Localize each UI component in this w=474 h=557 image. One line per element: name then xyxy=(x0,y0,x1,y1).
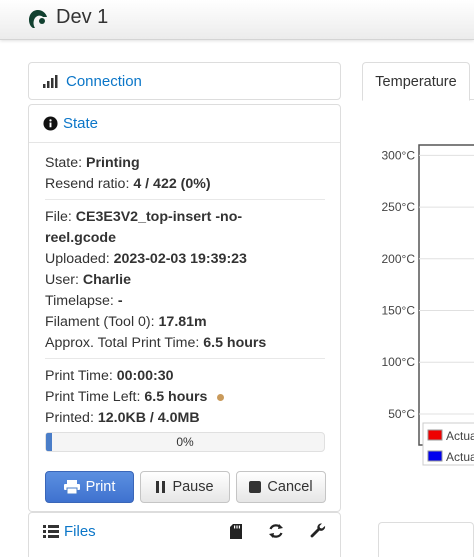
files-toolbar xyxy=(230,523,326,539)
file-label: File: xyxy=(45,209,72,225)
user-label: User: xyxy=(45,272,79,288)
y-tick-label: 300°C xyxy=(382,148,416,162)
print-time-line: Print Time: 00:00:30 xyxy=(45,368,174,384)
file-value-1: CE3E3V2_top-insert -no- xyxy=(75,209,243,225)
wrench-icon[interactable] xyxy=(310,523,326,539)
plot-frame xyxy=(418,144,474,446)
sd-card-icon[interactable] xyxy=(230,523,242,539)
y-tick-label: 150°C xyxy=(382,304,416,318)
separator xyxy=(45,199,325,200)
cancel-button-label: Cancel xyxy=(267,479,313,495)
time-left-value: 6.5 hours xyxy=(144,389,208,405)
pause-icon xyxy=(156,481,166,493)
status-line: State: Printing xyxy=(45,155,140,171)
file-line: File: CE3E3V2_top-insert -no- xyxy=(45,209,242,225)
navbar: Dev 1 xyxy=(0,0,474,40)
temperature-graph: 300°C 250°C 200°C 150°C 100°C 50°C Actua Actua xyxy=(382,144,474,466)
state-panel: State State: Printing Resend ratio: 4 / … xyxy=(28,104,341,512)
sidebar: Connection State State: Printing Resend … xyxy=(28,62,341,557)
pause-button[interactable]: Pause xyxy=(140,471,230,503)
print-time-value: 00:00:30 xyxy=(116,368,174,384)
legend-label: Actua xyxy=(446,450,474,464)
approx-time-line: Approx. Total Print Time: 6.5 hours xyxy=(45,335,266,351)
stop-icon xyxy=(249,481,262,493)
status-value: Printing xyxy=(86,155,140,171)
main-tabs: Temperature xyxy=(362,62,474,101)
timelapse-line: Timelapse: - xyxy=(45,293,123,309)
print-button-label: Print xyxy=(85,479,116,495)
state-header[interactable]: State xyxy=(29,105,340,141)
print-progress-bar: 0% xyxy=(45,432,325,452)
files-label: Files xyxy=(64,522,96,540)
user-value: Charlie xyxy=(82,272,131,288)
uploaded-value: 2023-02-03 19:39:23 xyxy=(113,251,247,267)
uploaded-line: Uploaded: 2023-02-03 19:39:23 xyxy=(45,251,247,267)
list-icon xyxy=(43,524,59,538)
resend-line: Resend ratio: 4 / 422 (0%) xyxy=(45,176,211,192)
filament-label: Filament (Tool 0): xyxy=(45,314,155,330)
y-tick-label: 250°C xyxy=(382,200,416,214)
app-title[interactable]: Dev 1 xyxy=(56,6,108,29)
print-button[interactable]: Print xyxy=(45,471,134,503)
timelapse-label: Timelapse: xyxy=(45,293,114,309)
time-left-line: Print Time Left: 6.5 hours xyxy=(45,389,225,405)
status-label: State: xyxy=(45,155,83,171)
refresh-icon[interactable] xyxy=(268,523,284,539)
resend-label: Resend ratio: xyxy=(45,176,130,192)
estimate-indicator-icon[interactable] xyxy=(217,393,225,401)
printed-label: Printed: xyxy=(45,410,94,426)
time-left-label: Print Time Left: xyxy=(45,389,141,405)
progress-label: 0% xyxy=(176,435,194,449)
legend-label: Actua xyxy=(446,429,474,443)
y-tick-label: 200°C xyxy=(382,252,416,266)
cancel-button[interactable]: Cancel xyxy=(236,471,326,503)
connection-panel: Connection xyxy=(28,62,341,100)
connection-header[interactable]: Connection xyxy=(29,63,340,99)
printed-value: 12.0KB / 4.0MB xyxy=(97,410,200,426)
tab-temperature[interactable]: Temperature xyxy=(362,62,470,101)
legend-swatch xyxy=(427,450,443,462)
approx-time-label: Approx. Total Print Time: xyxy=(45,335,200,351)
print-time-label: Print Time: xyxy=(45,368,113,384)
signal-icon xyxy=(43,74,61,88)
legend-swatch xyxy=(427,429,443,441)
printer-icon xyxy=(63,480,80,494)
printed-line: Printed: 12.0KB / 4.0MB xyxy=(45,410,200,426)
octoprint-logo-icon[interactable] xyxy=(28,9,48,29)
file-value-2: reel.gcode xyxy=(45,230,116,246)
state-body: State: Printing Resend ratio: 4 / 422 (0… xyxy=(29,142,340,512)
temperature-controls-panel xyxy=(378,522,474,557)
file-line-2: reel.gcode xyxy=(45,230,116,246)
filament-line: Filament (Tool 0): 17.81m xyxy=(45,314,207,330)
connection-label: Connection xyxy=(66,72,142,90)
info-icon xyxy=(43,115,58,131)
uploaded-label: Uploaded: xyxy=(45,251,110,267)
approx-time-value: 6.5 hours xyxy=(203,335,267,351)
filament-value: 17.81m xyxy=(158,314,207,330)
resend-value: 4 / 422 (0%) xyxy=(133,176,211,192)
separator xyxy=(45,358,325,359)
y-tick-label: 100°C xyxy=(382,355,416,369)
y-tick-label: 50°C xyxy=(388,407,415,421)
files-panel: Files xyxy=(28,512,341,557)
user-line: User: Charlie xyxy=(45,272,131,288)
timelapse-value: - xyxy=(117,293,123,309)
state-label: State xyxy=(63,114,99,132)
pause-button-label: Pause xyxy=(172,479,214,495)
